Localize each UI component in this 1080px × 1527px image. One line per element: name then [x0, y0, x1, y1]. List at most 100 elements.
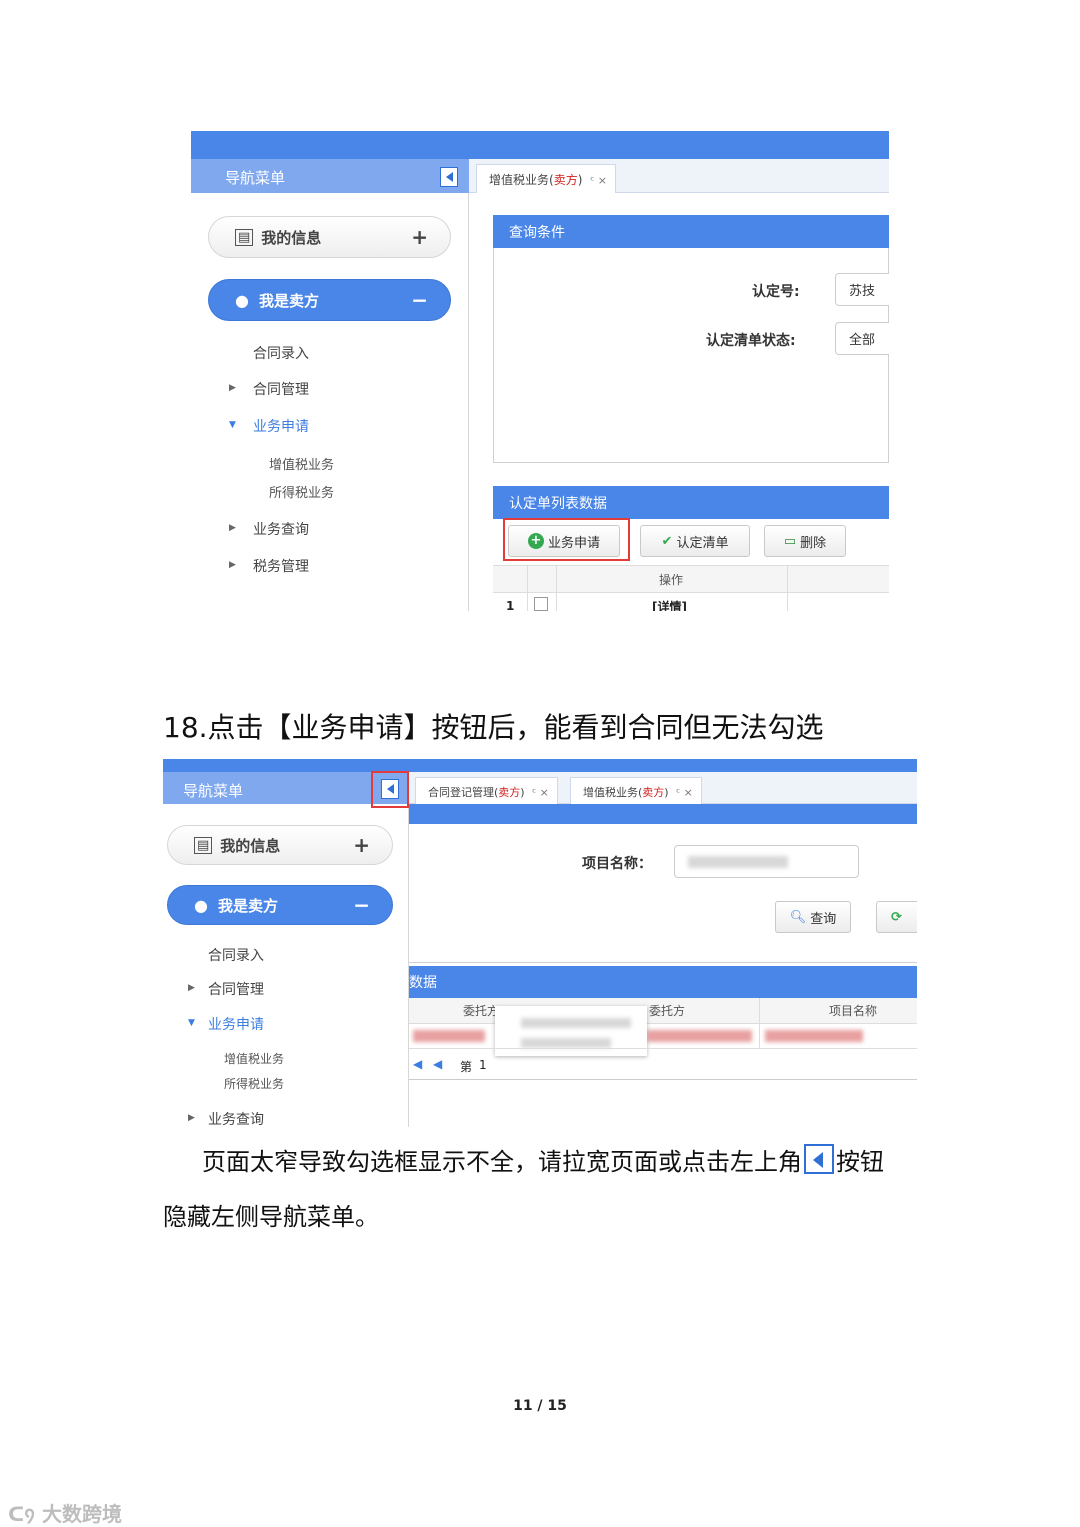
caret-right-icon: ▶: [188, 1113, 195, 1123]
pager-page-label: 第: [460, 1060, 473, 1074]
refresh-icon: ⟳: [891, 909, 902, 925]
query-panel: [493, 248, 889, 463]
expand-icon: +: [411, 225, 428, 249]
cert-list-button[interactable]: ✔ 认定清单: [640, 525, 750, 557]
column-header-trustee: 委托方: [649, 1004, 686, 1018]
my-info-button[interactable]: ▤ 我的信息 +: [208, 216, 451, 258]
first-page-icon[interactable]: ◀: [413, 1057, 422, 1071]
tab-vat[interactable]: 增值税业务(卖方) ᶜ ×: [570, 777, 702, 804]
caret-down-icon: ▼: [188, 1018, 195, 1028]
close-icon[interactable]: ᶜ ×: [590, 174, 607, 187]
blurred-value: [688, 855, 788, 868]
menu-contract-entry[interactable]: 合同录入: [253, 343, 309, 363]
collapse-nav-button[interactable]: [440, 167, 458, 187]
table-header-row: [493, 565, 889, 593]
page-number: 11 / 15: [513, 1398, 567, 1414]
status-label: 认定清单状态:: [706, 333, 796, 349]
pager-page-number[interactable]: 1: [479, 1058, 487, 1072]
my-info-label: 我的信息: [261, 228, 322, 247]
collapse-icon: −: [411, 288, 428, 312]
query-panel-header: [409, 804, 917, 824]
query-panel-header: 查询条件: [493, 215, 889, 248]
app-banner: [191, 131, 889, 159]
id-card-icon: ▤: [235, 228, 254, 246]
menu-contract-manage[interactable]: 合同管理: [253, 379, 309, 399]
collapse-nav-icon: [804, 1144, 834, 1174]
blurred-cell: [647, 1030, 752, 1042]
nav-title: 导航菜单: [183, 782, 244, 800]
column-divider: [787, 565, 788, 611]
close-icon[interactable]: ᶜ ×: [532, 786, 549, 799]
column-divider: [527, 565, 528, 611]
nav-header: 导航菜单: [191, 159, 469, 193]
query-button[interactable]: 🔍︎ 查询: [775, 901, 851, 933]
instruction-line-1: 页面太窄导致勾选框显示不全，请拉宽页面或点击左上角 按钮: [202, 1142, 884, 1177]
menu-income-tax[interactable]: 所得税业务: [224, 1075, 284, 1092]
nav-title: 导航菜单: [225, 169, 286, 187]
seller-button[interactable]: ● 我是卖方 −: [167, 885, 393, 925]
close-icon[interactable]: ᶜ ×: [676, 786, 693, 799]
id-card-icon: ▤: [194, 836, 213, 854]
refresh-button[interactable]: ⟳: [876, 901, 917, 933]
step-heading: 18.点击【业务申请】按钮后，能看到合同但无法勾选: [163, 711, 824, 744]
expand-icon: +: [353, 833, 370, 857]
menu-income-tax[interactable]: 所得税业务: [269, 482, 334, 501]
row-checkbox[interactable]: [534, 597, 548, 611]
blurred-option: [521, 1018, 631, 1028]
collapse-icon: −: [353, 893, 370, 917]
menu-contract-entry[interactable]: 合同录入: [208, 945, 264, 965]
caret-right-icon: ▶: [188, 983, 195, 993]
query-panel-divider: [409, 962, 917, 963]
minus-icon: ▭: [783, 533, 797, 549]
project-name-label: 项目名称：: [582, 856, 652, 872]
blurred-cell: [413, 1030, 485, 1042]
instruction-line-2: 隐藏左侧导航菜单。: [163, 1203, 379, 1231]
screenshot-2: 导航菜单 ▤ 我的信息 + ● 我是卖方 − 合同录入 ▶ 合同管理 ▼ 业务申…: [163, 759, 917, 1127]
watermark: ᑕ᠀ 大数跨境: [8, 1502, 122, 1526]
menu-contract-manage[interactable]: 合同管理: [208, 979, 264, 999]
menu-business-query[interactable]: 业务查询: [208, 1109, 264, 1127]
app-banner: [163, 759, 917, 772]
caret-right-icon: ▶: [229, 523, 236, 533]
sidebar: 导航菜单 ▤ 我的信息 + ● 我是卖方 − 合同录入 ▶ 合同管理 ▼ 业务申…: [163, 771, 409, 1127]
seller-label: 我是卖方: [258, 291, 319, 310]
status-select[interactable]: 全部: [835, 322, 889, 355]
menu-business-apply[interactable]: 业务申请: [253, 416, 309, 436]
seller-icon: ●: [194, 895, 208, 915]
menu-business-query[interactable]: 业务查询: [253, 519, 309, 539]
blurred-cell: [765, 1030, 863, 1042]
tab-vat[interactable]: 增值税业务(卖方) ᶜ ×: [476, 164, 617, 193]
project-name-input[interactable]: [674, 845, 859, 878]
blurred-option: [521, 1038, 611, 1048]
screenshot-1: 导航菜单 ▤ 我的信息 + ● 我是卖方 − 合同录入 ▶ 合同管理 ▼ 业务申…: [191, 131, 889, 611]
menu-vat[interactable]: 增值税业务: [269, 454, 334, 473]
search-icon: 🔍︎: [789, 909, 807, 925]
seller-icon: ●: [235, 290, 249, 310]
list-panel-header: 数据: [409, 966, 917, 998]
seller-button[interactable]: ● 我是卖方 −: [208, 279, 451, 321]
column-header-project: 项目名称: [829, 1004, 878, 1018]
column-divider: [759, 998, 760, 1048]
detail-link[interactable]: [详情]: [652, 598, 687, 611]
column-header-operation: 操作: [659, 573, 684, 587]
delete-button[interactable]: ▭ 删除: [764, 525, 846, 557]
menu-tax-manage[interactable]: 税务管理: [253, 556, 309, 576]
cert-no-label: 认定号:: [752, 284, 800, 300]
column-header-client: 委托方: [463, 1004, 500, 1018]
list-panel-header: 认定单列表数据: [493, 486, 889, 519]
column-divider: [556, 565, 557, 611]
menu-business-apply[interactable]: 业务申请: [208, 1014, 264, 1034]
menu-vat[interactable]: 增值税业务: [224, 1050, 284, 1067]
watermark-logo-icon: ᑕ᠀: [8, 1502, 42, 1526]
row-number: 1: [506, 599, 515, 611]
caret-down-icon: ▼: [229, 420, 236, 430]
prev-page-icon[interactable]: ◀: [433, 1057, 442, 1071]
cert-no-input[interactable]: 苏技: [835, 273, 889, 306]
my-info-button[interactable]: ▤ 我的信息 +: [167, 825, 393, 865]
tab-contract-manage[interactable]: 合同登记管理(卖方) ᶜ ×: [415, 777, 558, 804]
highlight-box: [371, 771, 409, 808]
highlight-box: [503, 518, 630, 561]
sidebar: 导航菜单 ▤ 我的信息 + ● 我是卖方 − 合同录入 ▶ 合同管理 ▼ 业务申…: [191, 159, 469, 611]
caret-right-icon: ▶: [229, 560, 236, 570]
caret-right-icon: ▶: [229, 383, 236, 393]
